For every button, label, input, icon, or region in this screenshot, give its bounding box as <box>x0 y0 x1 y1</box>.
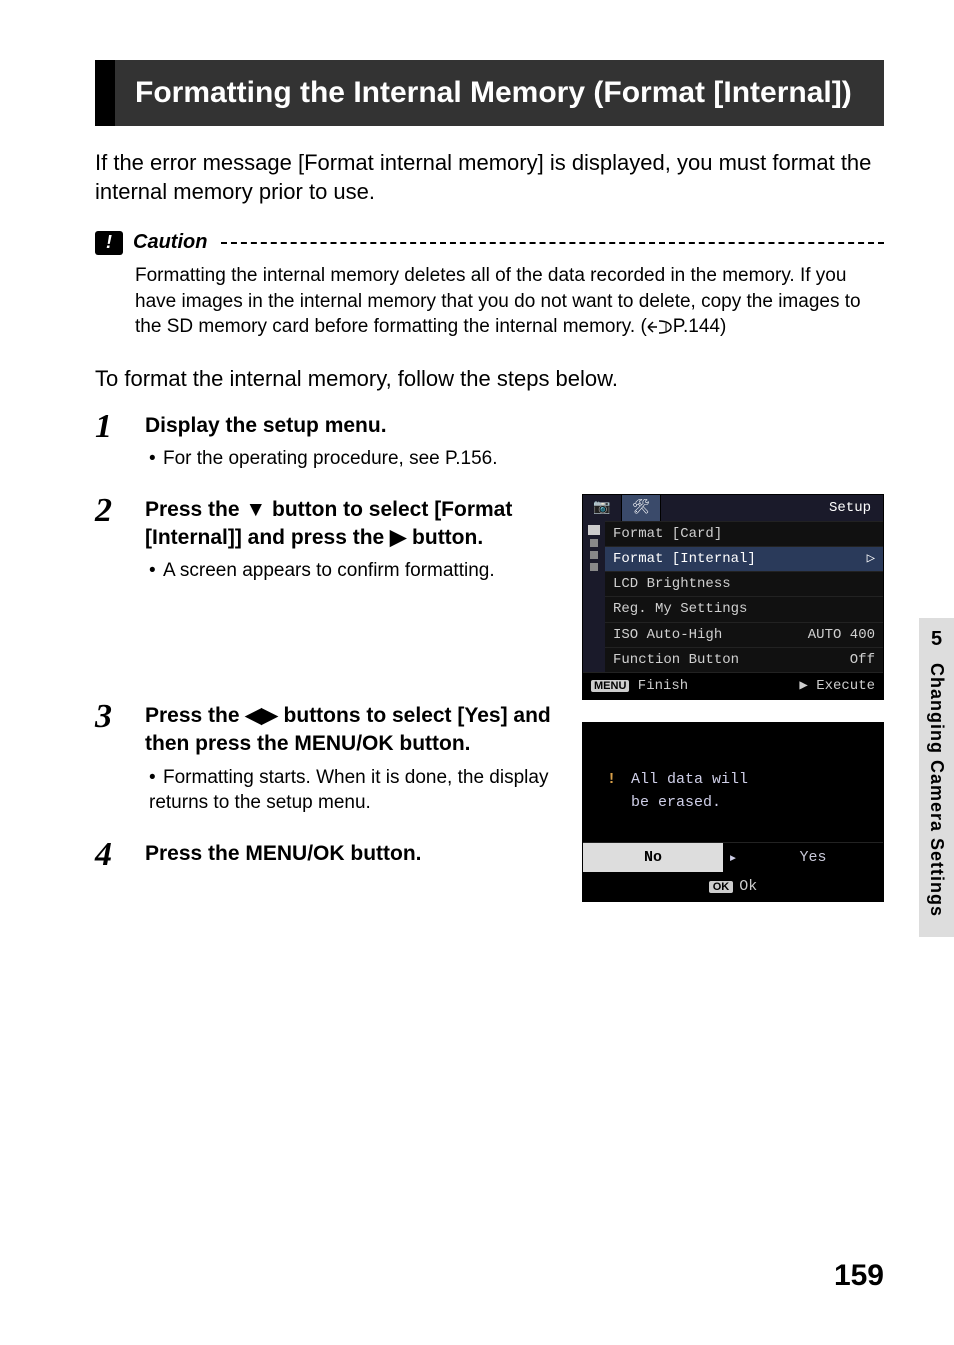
intro-paragraph: If the error message [Format internal me… <box>95 148 884 207</box>
lcd-footer: MENU Finish ▶ Execute <box>583 672 883 699</box>
step-sub-text: A screen appears to confirm formatting. <box>163 560 495 581</box>
step-3-row: 3 Press the ◀▶ buttons to select [Yes] a… <box>95 700 884 902</box>
caution-label: Caution <box>133 231 207 254</box>
step-heading-part: Press the <box>145 498 245 521</box>
step-heading-part: button. <box>406 526 483 549</box>
lead-paragraph: To format the internal memory, follow th… <box>95 366 884 392</box>
caution-text-suffix: ) <box>720 316 726 337</box>
lcd-tab-shoot-icon: 📷 <box>583 495 622 521</box>
down-arrow-icon: ▼ <box>245 498 266 521</box>
lcd-menu-item: Format [Card] <box>605 521 883 546</box>
step-heading: Display the setup menu. <box>145 412 884 440</box>
lcd-menu-label: LCD Brightness <box>613 575 731 593</box>
lcd-dialog-message: ! All data will be erased. <box>583 741 883 842</box>
step-sub-text: Formatting starts. When it is done, the … <box>149 767 548 814</box>
step-1: 1 Display the setup menu. •For the opera… <box>95 410 884 482</box>
side-chapter-tab: 5 Changing Camera Settings <box>919 618 954 937</box>
lcd-menu-item: Reg. My Settings <box>605 596 883 621</box>
step-heading: Press the ◀▶ buttons to select [Yes] and… <box>145 702 558 759</box>
lcd-menu-label: Format [Card] <box>613 525 722 543</box>
page: Formatting the Internal Memory (Format [… <box>0 0 954 1345</box>
lcd-menu-item: ISO Auto-High AUTO 400 <box>605 622 883 647</box>
lcd-ok-label: Ok <box>739 878 757 895</box>
lcd-menu-value: Off <box>850 651 875 669</box>
right-arrow-icon: ▶ <box>390 526 406 549</box>
lcd-menu-item-selected: Format [Internal] ▷ <box>605 546 883 571</box>
ok-badge-icon: OK <box>709 881 734 893</box>
chapter-label: Changing Camera Settings <box>926 663 947 917</box>
caution-page-ref: P.144 <box>673 316 720 337</box>
lcd-title: Setup <box>661 499 883 517</box>
caution-divider <box>221 242 884 244</box>
caution-icon: ! <box>95 231 123 255</box>
step-heading-part: Press the <box>145 704 245 727</box>
lcd-dialog-line1: All data will <box>631 771 748 788</box>
step-2: 2 Press the ▼ button to select [Format [… <box>95 494 558 594</box>
left-right-arrow-icon: ◀▶ <box>245 704 277 727</box>
step-sub: •A screen appears to confirm formatting. <box>145 558 558 584</box>
camera-lcd-setup-menu: 📷 🛠 Setup Format [Card] Format [Internal… <box>582 494 884 700</box>
right-caret-icon: ▸ <box>723 843 743 872</box>
caution-header: ! Caution <box>95 231 884 255</box>
lcd-menu-label: Reg. My Settings <box>613 600 747 618</box>
cross-reference-icon <box>647 319 673 335</box>
lcd-scroll-indicator <box>583 521 605 672</box>
lcd-menu-list: Format [Card] Format [Internal] ▷ LCD Bri… <box>605 521 883 672</box>
step-number: 4 <box>95 838 127 874</box>
page-number: 159 <box>834 1259 884 1293</box>
lcd-dialog-top <box>583 723 883 741</box>
lcd-menu-item: LCD Brightness <box>605 571 883 596</box>
step-number: 1 <box>95 410 127 482</box>
step-4: 4 Press the MENU/OK button. <box>95 838 558 874</box>
step-number: 3 <box>95 700 127 826</box>
lcd-footer-execute: Execute <box>816 678 875 694</box>
lcd-tab-bar: 📷 🛠 Setup <box>583 495 883 521</box>
lcd-footer-finish: Finish <box>638 678 688 694</box>
step-number: 2 <box>95 494 127 594</box>
lcd-choice-no: No <box>583 843 723 872</box>
step-sub-text: For the operating procedure, see P.156. <box>163 448 498 469</box>
warning-icon: ! <box>607 769 616 792</box>
section-title-block: Formatting the Internal Memory (Format [… <box>95 60 884 126</box>
caution-body: Formatting the internal memory deletes a… <box>135 263 884 340</box>
caution-text-prefix: Formatting the internal memory deletes a… <box>135 265 861 337</box>
lcd-dialog-ok-hint: OK Ok <box>583 872 883 901</box>
step-heading: Press the ▼ button to select [Format [In… <box>145 496 558 553</box>
lcd-menu-label: ISO Auto-High <box>613 626 722 644</box>
section-title: Formatting the Internal Memory (Format [… <box>135 74 864 112</box>
lcd-menu-label: Format [Internal] <box>613 550 756 568</box>
lcd-menu-value: AUTO 400 <box>808 626 875 644</box>
chapter-number: 5 <box>919 628 954 651</box>
lcd-dialog-line2: be erased. <box>631 794 721 811</box>
lcd-tab-setup-icon: 🛠 <box>622 495 661 521</box>
step-2-row: 2 Press the ▼ button to select [Format [… <box>95 494 884 700</box>
steps-list: 1 Display the setup menu. •For the opera… <box>95 410 884 902</box>
step-sub: •For the operating procedure, see P.156. <box>145 446 884 472</box>
right-caret-icon: ▷ <box>867 550 875 568</box>
right-arrow-icon: ▶ <box>799 678 807 694</box>
step-3: 3 Press the ◀▶ buttons to select [Yes] a… <box>95 700 558 826</box>
camera-lcd-confirm-dialog: ! All data will be erased. No ▸ Yes OK Ok <box>582 722 884 902</box>
step-sub: •Formatting starts. When it is done, the… <box>145 765 558 816</box>
step-heading: Press the MENU/OK button. <box>145 840 558 868</box>
lcd-menu-item: Function Button Off <box>605 647 883 672</box>
lcd-choice-yes: Yes <box>743 843 883 872</box>
lcd-menu-label: Function Button <box>613 651 739 669</box>
menu-badge-icon: MENU <box>591 680 629 692</box>
lcd-dialog-choices: No ▸ Yes <box>583 842 883 872</box>
